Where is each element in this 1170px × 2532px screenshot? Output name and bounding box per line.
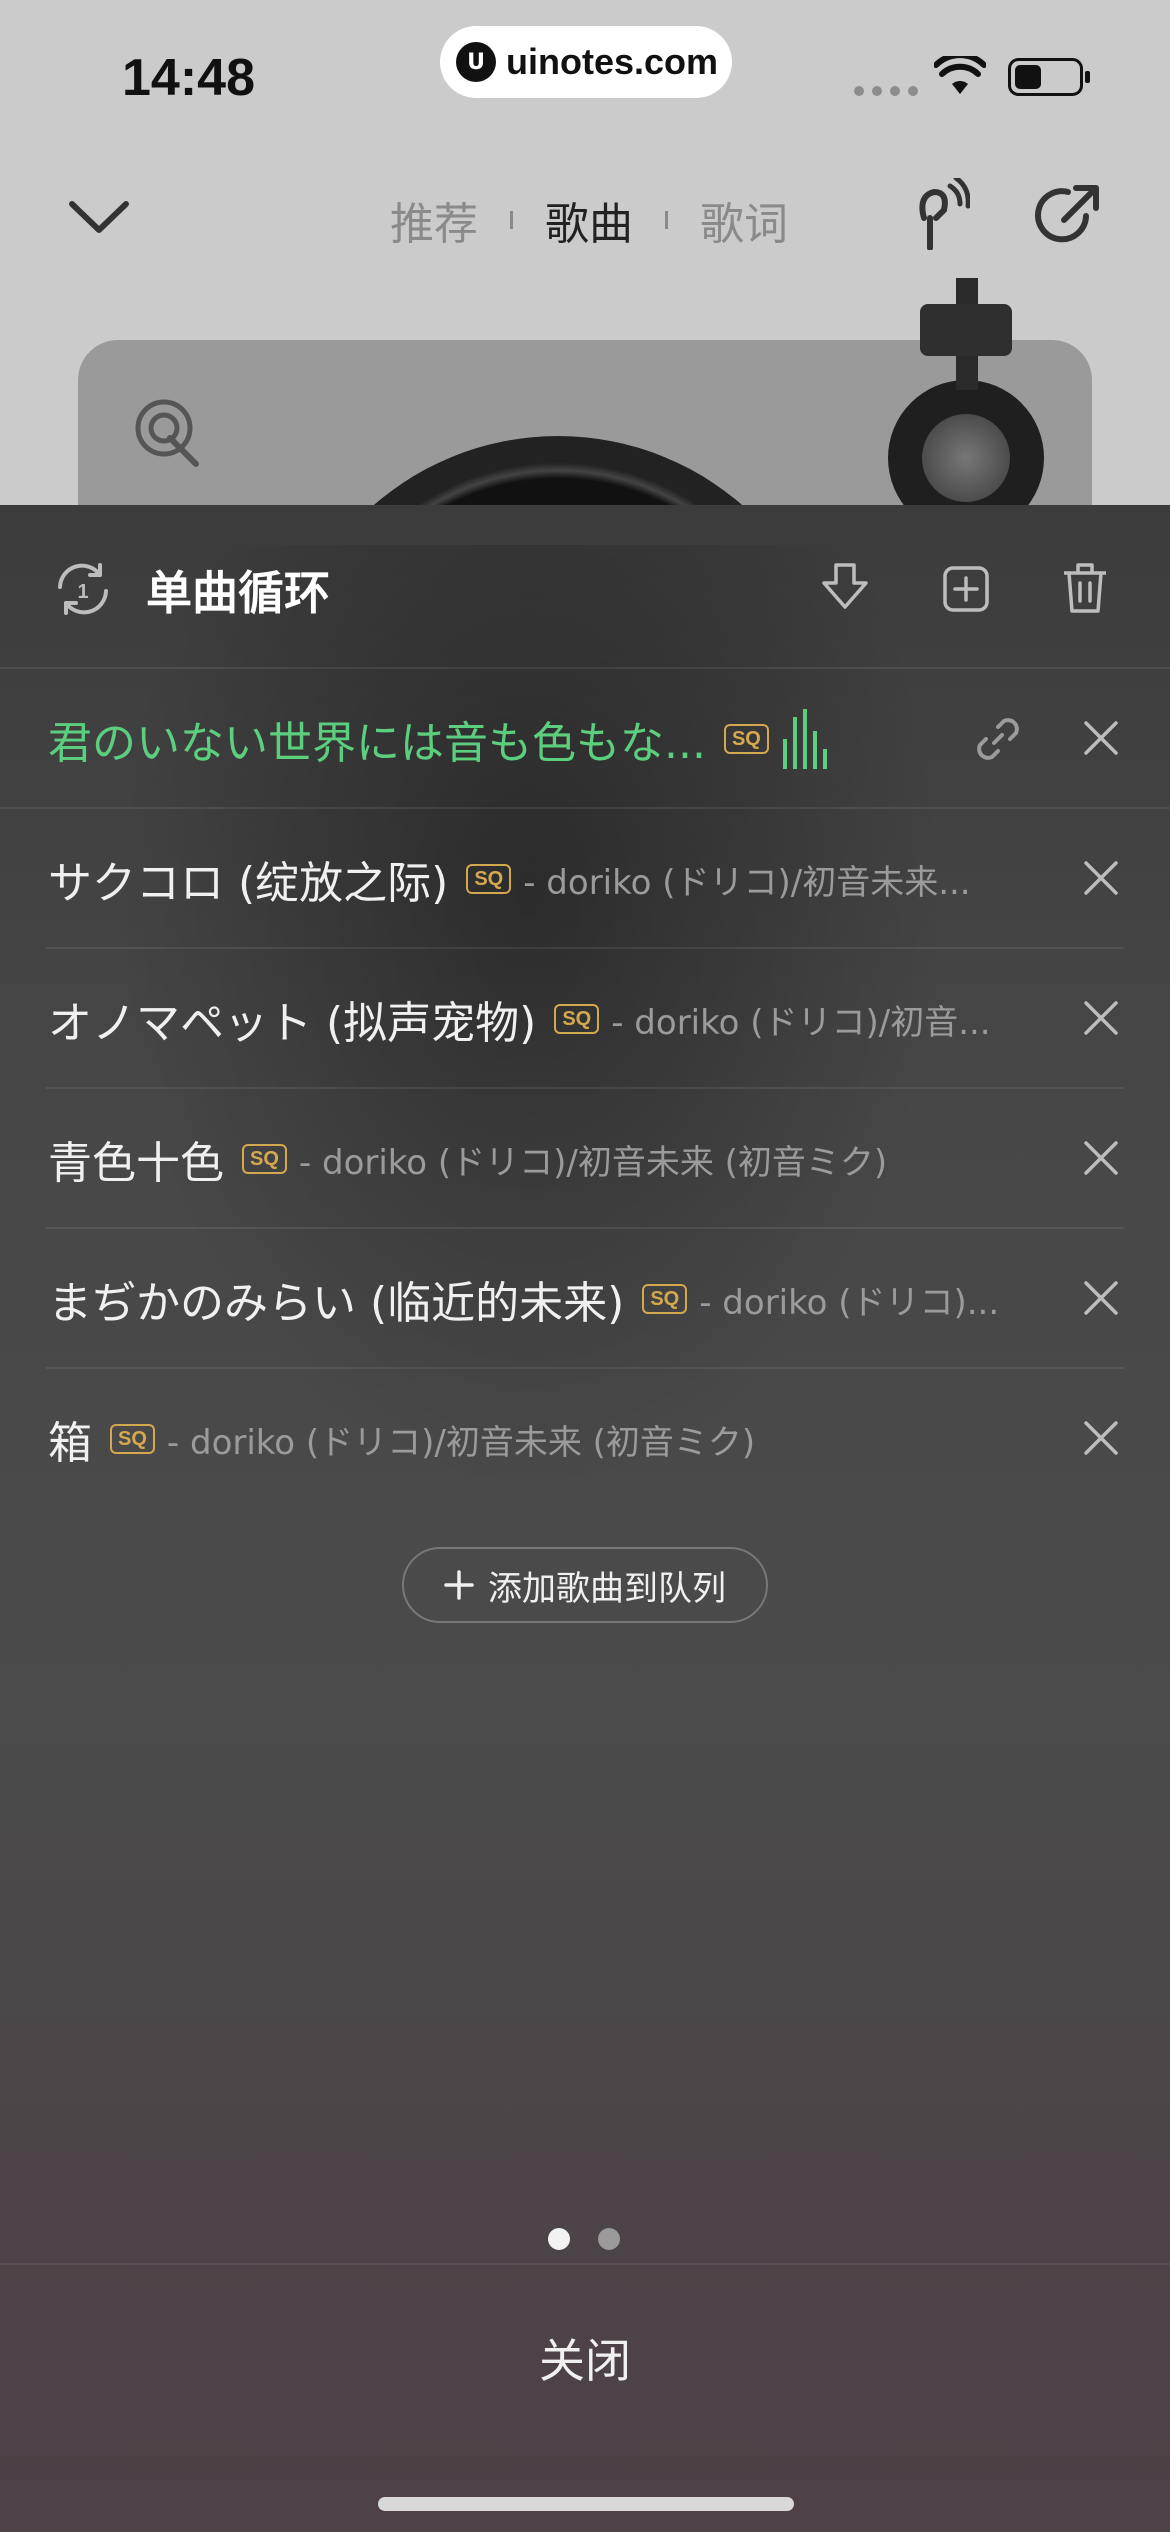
device-cast-icon[interactable] xyxy=(904,178,970,250)
status-time: 14:48 xyxy=(122,49,255,107)
page-dot-active[interactable] xyxy=(548,2228,570,2250)
cellular-signal-icon xyxy=(854,86,918,96)
song-artist: - doriko (ドリコ)/初音未来 (初音ミク) xyxy=(298,1142,888,1183)
close-icon[interactable] xyxy=(1082,859,1120,897)
tonearm-cap xyxy=(920,304,1012,356)
song-title: サクコロ (绽放之际) xyxy=(48,858,449,909)
download-icon[interactable] xyxy=(820,561,870,613)
queue-song-row[interactable]: まぢかのみらい (临近的未来) SQ - doriko (ドリコ)... xyxy=(0,1229,1170,1369)
svg-text:1: 1 xyxy=(77,581,88,603)
queue-song-list: 君のいない世界には音も色もな... SQ サクコロ (绽放之际) SQ - do… xyxy=(0,669,1170,1509)
tab-separator xyxy=(510,211,513,229)
close-icon[interactable] xyxy=(1082,999,1120,1037)
close-icon[interactable] xyxy=(1082,1139,1120,1177)
song-title: 箱 xyxy=(48,1418,92,1469)
status-bar: 14:48 U uinotes.com xyxy=(0,0,1170,140)
divider xyxy=(0,2263,1170,2265)
queue-song-row[interactable]: 君のいない世界には音も色もな... SQ xyxy=(0,669,1170,809)
song-artist: - doriko (ドリコ)... xyxy=(699,1282,1000,1323)
battery-icon xyxy=(1008,58,1090,96)
queue-song-row[interactable]: 青色十色 SQ - doriko (ドリコ)/初音未来 (初音ミク) xyxy=(0,1089,1170,1229)
wifi-icon xyxy=(934,56,986,94)
page-indicator xyxy=(548,2228,620,2250)
sq-quality-badge: SQ xyxy=(554,1004,600,1034)
plus-icon xyxy=(444,1570,474,1600)
sq-quality-badge: SQ xyxy=(466,864,512,894)
q-logo-icon xyxy=(135,399,199,467)
sq-quality-badge: SQ xyxy=(723,724,769,754)
sq-quality-badge: SQ xyxy=(110,1424,155,1454)
page-dot[interactable] xyxy=(598,2228,620,2250)
close-button[interactable]: 关闭 xyxy=(0,2325,1170,2391)
queue-header: 1 单曲循环 xyxy=(0,505,1170,667)
tab-recommend[interactable]: 推荐 xyxy=(384,188,484,252)
chevron-down-icon[interactable] xyxy=(66,192,132,242)
close-icon[interactable] xyxy=(1082,1279,1120,1317)
link-icon[interactable] xyxy=(972,713,1024,765)
url-pill: U uinotes.com xyxy=(440,26,732,98)
player-tabs: 推荐 歌曲 歌词 xyxy=(384,188,794,252)
song-artist: - doriko (ドリコ)/初音未来 (初音ミク) xyxy=(166,1422,756,1463)
queue-song-row[interactable]: オノマペット (拟声宠物) SQ - doriko (ドリコ)/初音... xyxy=(0,949,1170,1089)
playback-mode-label[interactable]: 单曲循环 xyxy=(146,557,330,623)
song-title: まぢかのみらい (临近的未来) xyxy=(48,1278,625,1329)
play-queue-sheet: 1 单曲循环 君のいない世界には音も色もな... SQ サクコロ (绽放之际) … xyxy=(0,505,1170,2532)
sq-quality-badge: SQ xyxy=(242,1144,287,1174)
close-icon[interactable] xyxy=(1082,1419,1120,1457)
close-icon[interactable] xyxy=(1082,719,1120,757)
url-text: uinotes.com xyxy=(506,41,719,82)
trash-icon[interactable] xyxy=(1062,561,1108,615)
tonearm-knob xyxy=(922,414,1010,502)
add-to-playlist-icon[interactable] xyxy=(942,565,990,613)
player-background: 14:48 U uinotes.com 推荐 歌曲 歌词 xyxy=(0,0,1170,996)
song-title: 青色十色 xyxy=(48,1138,224,1189)
tab-lyrics[interactable]: 歌词 xyxy=(694,188,794,252)
song-title: 君のいない世界には音も色もな... xyxy=(48,718,706,769)
add-songs-label: 添加歌曲到队列 xyxy=(488,1568,726,1609)
song-artist: - doriko (ドリコ)/初音... xyxy=(611,1002,991,1043)
repeat-one-icon[interactable]: 1 xyxy=(50,559,116,619)
song-artist: - doriko (ドリコ)/初音未来... xyxy=(523,862,971,903)
song-title: オノマペット (拟声宠物) xyxy=(48,998,537,1049)
now-playing-bars-icon xyxy=(782,709,827,769)
tab-songs[interactable]: 歌曲 xyxy=(539,188,639,252)
home-indicator[interactable] xyxy=(378,2497,794,2511)
queue-song-row[interactable]: 箱 SQ - doriko (ドリコ)/初音未来 (初音ミク) xyxy=(0,1369,1170,1509)
tab-separator xyxy=(665,211,668,229)
sq-quality-badge: SQ xyxy=(642,1284,688,1314)
queue-song-row[interactable]: サクコロ (绽放之际) SQ - doriko (ドリコ)/初音未来... xyxy=(0,809,1170,949)
site-logo-icon: U xyxy=(456,42,496,82)
player-header: 推荐 歌曲 歌词 xyxy=(0,170,1170,270)
add-songs-to-queue-button[interactable]: 添加歌曲到队列 xyxy=(402,1547,768,1623)
share-icon[interactable] xyxy=(1034,182,1102,250)
